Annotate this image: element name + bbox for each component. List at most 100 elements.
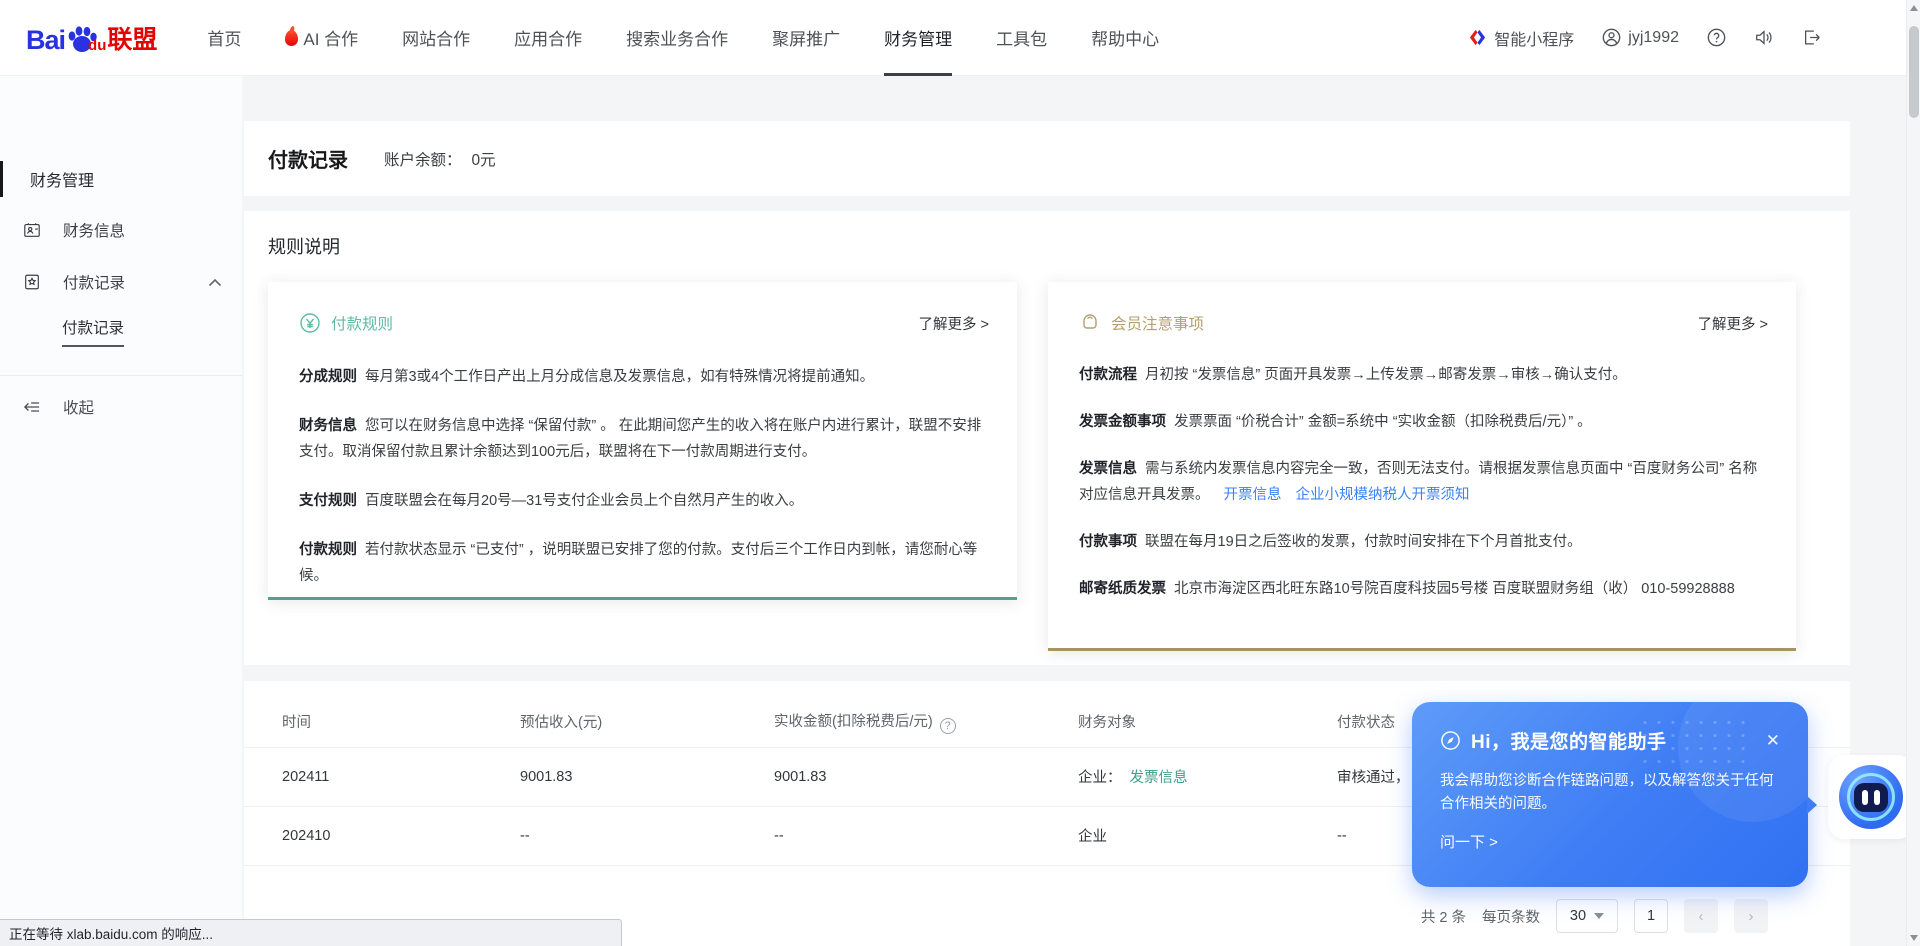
sidebar-item-label: 付款记录 [63, 271, 125, 293]
nav-item-app[interactable]: 应用合作 [514, 0, 582, 76]
total-count: 共 2 条 [1421, 906, 1466, 927]
rules-section-title: 规则说明 [268, 233, 1826, 259]
collapse-label: 收起 [63, 396, 94, 418]
notice-paragraph: 发票金额事项发票票面 “价税合计” 金额=系统中 “实收金额（扣除税费后/元）”… [1079, 409, 1768, 435]
compass-icon [1440, 730, 1461, 751]
assistant-popup: Hi，我是您的智能助手 ✕ 我会帮助您诊断合作链路问题，以及解答您关于任何合作相… [1412, 702, 1808, 887]
account-balance: 账户余额： 0元 [384, 148, 496, 170]
cell-estimated: 9001.83 [520, 747, 774, 806]
notice-icon [1079, 312, 1101, 334]
rule-paragraph: 财务信息您可以在财务信息中选择 “保留付款” 。 在此期间您产生的收入将在账户内… [299, 413, 989, 465]
assistant-robot-button[interactable] [1839, 765, 1903, 829]
sidebar-item-payment-record[interactable]: 付款记录 [0, 262, 242, 302]
notice-paragraph: 邮寄纸质发票北京市海淀区西北旺东路10号院百度科技园5号楼 百度联盟财务组（收）… [1079, 576, 1768, 602]
nav-item-ai[interactable]: AI 合作 [285, 0, 358, 76]
baidu-union-logo[interactable]: Bai du 联盟 [26, 20, 157, 56]
column-finance-entity: 财务对象 [1078, 697, 1337, 747]
cell-estimated: -- [520, 806, 774, 865]
small-taxpayer-link[interactable]: 企业小规模纳税人开票须知 [1296, 487, 1470, 503]
sidebar-divider [0, 375, 242, 376]
collapse-icon [23, 399, 41, 415]
sidebar-subitem-payment-record[interactable]: 付款记录 [62, 316, 124, 347]
balance-label: 账户余额： [384, 152, 462, 169]
per-page-label: 每页条数 [1482, 906, 1540, 927]
card-title: 会员注意事项 [1111, 312, 1204, 334]
flame-icon [285, 30, 298, 46]
learn-more-link[interactable]: 了解更多 > [919, 313, 990, 334]
nav-item-search-biz[interactable]: 搜索业务合作 [626, 0, 728, 76]
rule-paragraph: 付款规则若付款状态显示 “已支付” ，说明联盟已安排了您的付款。支付后三个工作日… [299, 537, 989, 589]
assistant-title: Hi，我是您的智能助手 [1471, 727, 1667, 754]
card-title: 付款规则 [331, 312, 393, 334]
navbar-right-area: 智能小程序 jyj1992 [1468, 26, 1822, 50]
nav-item-toolkit[interactable]: 工具包 [996, 0, 1047, 76]
close-icon[interactable]: ✕ [1766, 731, 1780, 751]
column-received-amount: 实收金额(扣除税费后/元)? [774, 697, 1078, 747]
payment-record-icon [23, 273, 41, 291]
learn-more-link[interactable]: 了解更多 > [1698, 313, 1769, 334]
user-icon [1602, 28, 1621, 47]
main-navigation: 首页 AI 合作 网站合作 应用合作 搜索业务合作 聚屏推广 财务管理 工具包 … [207, 0, 1159, 76]
cell-received: 9001.83 [774, 747, 1078, 806]
pagination: 共 2 条 每页条数 30 1 ‹ › [1421, 899, 1768, 933]
browser-status-bubble: 正在等待 xlab.baidu.com 的响应... [0, 919, 622, 946]
cell-entity: 企业 [1078, 806, 1337, 865]
logo-union-text: 联盟 [107, 20, 157, 56]
sidebar-section-title: 财务管理 [0, 160, 242, 198]
logo-bai-text: Bai [26, 25, 65, 56]
notice-paragraph: 付款流程月初按 “发票信息” 页面开具发票→上传发票→邮寄发票→审核→确认支付。 [1079, 362, 1768, 388]
nav-item-finance[interactable]: 财务管理 [884, 0, 952, 76]
cell-time: 202411 [244, 747, 520, 806]
cell-time: 202410 [244, 806, 520, 865]
page-header-panel: 付款记录 账户余额： 0元 [244, 121, 1850, 196]
assistant-launcher-badge [1828, 755, 1914, 839]
page-size-select[interactable]: 30 [1556, 899, 1618, 933]
payment-rules-card: 付款规则 了解更多 > 分成规则每月第3或4个工作日产出上月分成信息及发票信息，… [268, 282, 1017, 600]
page-title: 付款记录 [268, 144, 348, 173]
scroll-down-arrow-icon[interactable] [1910, 935, 1918, 941]
notice-paragraph: 发票信息需与系统内发票信息内容完全一致，否则无法支付。请根据发票信息页面中 “百… [1079, 456, 1768, 508]
top-navbar: Bai du 联盟 首页 AI 合作 网站合作 应用合作 搜索业务合作 聚屏推广… [0, 0, 1920, 76]
money-icon [299, 312, 321, 334]
scrollbar-thumb[interactable] [1909, 26, 1919, 118]
info-icon[interactable]: ? [940, 718, 956, 734]
column-time: 时间 [244, 697, 520, 747]
prev-page-button[interactable]: ‹ [1684, 899, 1718, 933]
rules-panel: 规则说明 付款规则 了解更多 > 分成规则每月第3或4个工作日产出上月分成信息及… [244, 211, 1850, 665]
sound-icon[interactable] [1754, 28, 1774, 47]
scroll-up-arrow-icon[interactable] [1910, 5, 1918, 11]
next-page-button[interactable]: › [1734, 899, 1768, 933]
logo-du-text: du [88, 37, 106, 54]
invoice-info-link[interactable]: 开票信息 [1224, 487, 1282, 503]
miniapp-entry[interactable]: 智能小程序 [1468, 26, 1574, 50]
ask-now-link[interactable]: 问一下 > [1440, 831, 1780, 852]
notice-paragraph: 付款事项联盟在每月19日之后签收的发票，付款时间安排在下个月首批支付。 [1079, 529, 1768, 555]
invoice-info-cell-link[interactable]: 发票信息 [1130, 770, 1188, 786]
vertical-scrollbar[interactable] [1906, 0, 1920, 946]
user-account[interactable]: jyj1992 [1602, 28, 1679, 47]
help-icon[interactable] [1707, 28, 1726, 47]
miniapp-label: 智能小程序 [1494, 26, 1574, 50]
chevron-down-icon [1594, 913, 1604, 919]
status-text: 正在等待 xlab.baidu.com 的响应... [9, 923, 213, 943]
sidebar-item-finance-info[interactable]: 财务信息 [0, 210, 242, 250]
balance-value: 0元 [472, 152, 496, 169]
finance-info-icon [23, 221, 41, 239]
nav-item-screen-ads[interactable]: 聚屏推广 [772, 0, 840, 76]
sidebar-item-label: 财务信息 [63, 219, 125, 241]
nav-item-help-center[interactable]: 帮助中心 [1091, 0, 1159, 76]
robot-face-icon [1854, 783, 1888, 812]
sidebar-collapse-button[interactable]: 收起 [0, 396, 242, 418]
assistant-message: 我会帮助您诊断合作链路问题，以及解答您关于任何合作相关的问题。 [1440, 770, 1776, 816]
column-estimated-income: 预估收入(元) [520, 697, 774, 747]
nav-item-website[interactable]: 网站合作 [402, 0, 470, 76]
rule-paragraph: 支付规则百度联盟会在每月20号—31号支付企业会员上个自然月产生的收入。 [299, 488, 989, 514]
rule-paragraph: 分成规则每月第3或4个工作日产出上月分成信息及发票信息，如有特殊情况将提前通知。 [299, 364, 989, 390]
cell-received: -- [774, 806, 1078, 865]
logout-icon[interactable] [1802, 28, 1822, 47]
sidebar: 财务管理 财务信息 付款记录 付款记录 收起 [0, 76, 242, 946]
cell-entity: 企业：发票信息 [1078, 747, 1337, 806]
current-page-button[interactable]: 1 [1634, 899, 1668, 933]
nav-item-home[interactable]: 首页 [207, 0, 241, 76]
username-label: jyj1992 [1628, 29, 1679, 47]
